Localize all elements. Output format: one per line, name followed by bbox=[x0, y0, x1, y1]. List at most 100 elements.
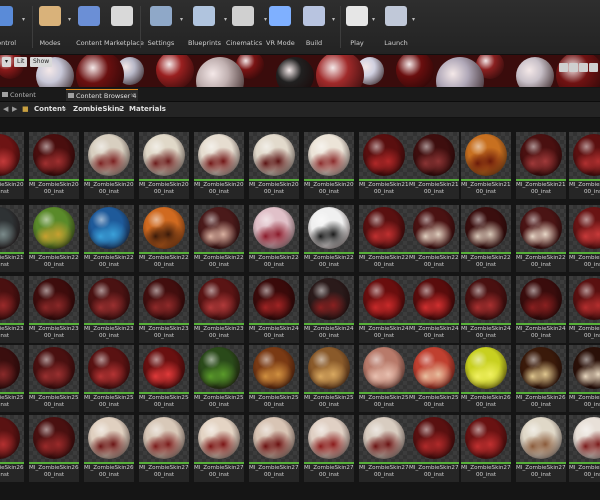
asset-tile[interactable]: MI_ZombieSkin255_00_inst bbox=[194, 345, 244, 412]
chevron-down-icon[interactable]: ▾ bbox=[332, 16, 335, 23]
tab-content-browser-4[interactable]: Content Browser 4 × bbox=[66, 89, 138, 101]
asset-tile[interactable]: MI_ZombieSkin236_00_inst bbox=[29, 276, 79, 343]
show-menu-button[interactable]: Show bbox=[30, 57, 53, 67]
asset-tile[interactable]: MI_ZombieSkin211_00_inst bbox=[409, 132, 459, 199]
chevron-down-icon[interactable]: ▾ bbox=[372, 16, 375, 23]
asset-tile[interactable]: MI_ZombieSkin208_00_inst bbox=[249, 132, 299, 199]
asset-tile[interactable]: MI_ZombieSkin275_00_inst bbox=[409, 415, 459, 482]
chevron-down-icon[interactable]: ▾ bbox=[68, 16, 71, 23]
close-icon[interactable]: × bbox=[130, 90, 135, 102]
asset-tile[interactable]: MI_ZombieSkin230_00_inst bbox=[569, 205, 600, 272]
asset-tile[interactable]: MI_ZombieSkin237_00_inst bbox=[84, 276, 134, 343]
asset-tile[interactable]: MI_ZombieSkin207_00_inst bbox=[194, 132, 244, 199]
breadcrumb-materials[interactable]: Materials bbox=[129, 102, 166, 117]
asset-tile[interactable]: MI_ZombieSkin205_00_inst bbox=[84, 132, 134, 199]
chevron-down-icon[interactable]: ▾ bbox=[180, 16, 183, 23]
asset-tile[interactable]: MI_ZombieSkin242_00_inst bbox=[359, 276, 409, 343]
asset-tile[interactable]: MI_ZombieSkin227_00_inst bbox=[409, 205, 459, 272]
asset-tile[interactable]: MI_ZombieSkin235_00_inst bbox=[0, 276, 24, 343]
asset-tile[interactable]: MI_ZombieSkin225_00_inst bbox=[304, 205, 354, 272]
asset-tile[interactable]: MI_ZombieSkin277_00_inst bbox=[516, 415, 566, 482]
marketplace-button[interactable]: Marketplace bbox=[104, 4, 144, 52]
asset-tile[interactable]: MI_ZombieSkin261_00_inst bbox=[516, 345, 566, 412]
breadcrumb-zombieskin2[interactable]: ZombieSkin2 bbox=[73, 102, 124, 117]
asset-tile[interactable]: MI_ZombieSkin253_00_inst bbox=[84, 345, 134, 412]
blueprints-button[interactable]: Blueprints ▾ bbox=[188, 4, 227, 52]
material-sphere bbox=[198, 207, 240, 249]
asset-tile[interactable]: MI_ZombieSkin219_00_inst bbox=[0, 205, 24, 272]
asset-tile[interactable]: MI_ZombieSkin223_00_inst bbox=[194, 205, 244, 272]
settings-button[interactable]: Settings ▾ bbox=[146, 4, 183, 52]
asset-tile[interactable]: MI_ZombieSkin271_00_inst bbox=[194, 415, 244, 482]
asset-tile[interactable]: MI_ZombieSkin276_00_inst bbox=[461, 415, 511, 482]
asset-tile[interactable]: MI_ZombieSkin251_00_inst bbox=[0, 345, 24, 412]
build-button[interactable]: Build ▾ bbox=[300, 4, 335, 52]
cinematics-button[interactable]: Cinematics ▾ bbox=[226, 4, 267, 52]
asset-name-line: MI_ZombieSkin236_ bbox=[29, 326, 79, 332]
asset-tile[interactable]: MI_ZombieSkin204_00_inst bbox=[29, 132, 79, 199]
asset-tile[interactable]: MI_ZombieSkin226_00_inst bbox=[359, 205, 409, 272]
asset-tile[interactable]: MI_ZombieSkin246_00_inst bbox=[569, 276, 600, 343]
asset-tile[interactable]: MI_ZombieSkin256_00_inst bbox=[249, 345, 299, 412]
modes-button[interactable]: Modes ▾ bbox=[36, 4, 71, 52]
content-button[interactable]: Content bbox=[76, 4, 102, 52]
scale-icon[interactable] bbox=[579, 63, 588, 72]
lit-mode-button[interactable]: Lit bbox=[14, 57, 28, 67]
breadcrumb-content[interactable]: Content bbox=[34, 102, 65, 117]
asset-tile[interactable]: MI_ZombieSkin214_00_inst bbox=[569, 132, 600, 199]
asset-tile[interactable]: MI_ZombieSkin221_00_inst bbox=[84, 205, 134, 272]
asset-tile[interactable]: MI_ZombieSkin224_00_inst bbox=[249, 205, 299, 272]
asset-tile[interactable]: MI_ZombieSkin209_00_inst bbox=[304, 132, 354, 199]
asset-tile[interactable]: MI_ZombieSkin238_00_inst bbox=[139, 276, 189, 343]
rotate-icon[interactable] bbox=[569, 63, 578, 72]
asset-tile[interactable]: MI_ZombieSkin213_00_inst bbox=[516, 132, 566, 199]
tab-content-browser-2[interactable]: Content Browser 2 bbox=[0, 89, 64, 111]
asset-tile[interactable]: MI_ZombieSkin243_00_inst bbox=[409, 276, 459, 343]
asset-tile[interactable]: MI_ZombieSkin239_00_inst bbox=[194, 276, 244, 343]
viewport-menu-button[interactable]: ▾ bbox=[2, 57, 12, 67]
asset-type-bar bbox=[194, 252, 244, 254]
asset-tile[interactable]: MI_ZombieSkin228_00_inst bbox=[461, 205, 511, 272]
asset-tile[interactable]: MI_ZombieSkin258_00_inst bbox=[359, 345, 409, 412]
asset-tile[interactable]: MI_ZombieSkin212_00_inst bbox=[461, 132, 511, 199]
asset-tile[interactable]: MI_ZombieSkin268_00_inst bbox=[29, 415, 79, 482]
breadcrumb-separator-icon[interactable]: ▸ bbox=[119, 102, 123, 117]
asset-tile[interactable]: MI_ZombieSkin220_00_inst bbox=[29, 205, 79, 272]
asset-tile[interactable]: MI_ZombieSkin259_00_inst bbox=[409, 345, 459, 412]
level-viewport[interactable]: ▾ Lit Show bbox=[0, 55, 600, 87]
asset-tile[interactable]: MI_ZombieSkin273_00_inst bbox=[304, 415, 354, 482]
asset-tile[interactable]: MI_ZombieSkin206_00_inst bbox=[139, 132, 189, 199]
r-control-button[interactable]: r Control ▾ bbox=[0, 4, 25, 52]
asset-tile[interactable]: MI_ZombieSkin241_00_inst bbox=[304, 276, 354, 343]
chevron-down-icon[interactable]: ▾ bbox=[22, 16, 25, 23]
vr-mode-button[interactable]: VR Mode bbox=[266, 4, 295, 52]
breadcrumb-separator-icon[interactable]: ▸ bbox=[63, 102, 67, 117]
history-back-icon[interactable]: ◀ bbox=[3, 102, 8, 117]
asset-tile[interactable]: MI_ZombieSkin270_00_inst bbox=[139, 415, 189, 482]
snap-icon[interactable] bbox=[589, 63, 598, 72]
translate-icon[interactable] bbox=[559, 63, 568, 72]
asset-tile[interactable]: MI_ZombieSkin245_00_inst bbox=[516, 276, 566, 343]
asset-tile[interactable]: MI_ZombieSkin260_00_inst bbox=[461, 345, 511, 412]
asset-tile[interactable]: MI_ZombieSkin267_00_inst bbox=[0, 415, 24, 482]
asset-tile[interactable]: MI_ZombieSkin210_00_inst bbox=[359, 132, 409, 199]
asset-tile[interactable]: MI_ZombieSkin244_00_inst bbox=[461, 276, 511, 343]
asset-tile[interactable]: MI_ZombieSkin203_00_inst bbox=[0, 132, 24, 199]
asset-tile[interactable]: MI_ZombieSkin274_00_inst bbox=[359, 415, 409, 482]
asset-tile[interactable]: MI_ZombieSkin222_00_inst bbox=[139, 205, 189, 272]
asset-tile[interactable]: MI_ZombieSkin257_00_inst bbox=[304, 345, 354, 412]
asset-tile[interactable]: MI_ZombieSkin254_00_inst bbox=[139, 345, 189, 412]
asset-tile[interactable]: MI_ZombieSkin262_00_inst bbox=[569, 345, 600, 412]
asset-tile[interactable]: MI_ZombieSkin240_00_inst bbox=[249, 276, 299, 343]
history-forward-icon[interactable]: ▶ bbox=[12, 102, 17, 117]
play-button[interactable]: Play ▾ bbox=[346, 4, 375, 52]
asset-tile[interactable]: MI_ZombieSkin252_00_inst bbox=[29, 345, 79, 412]
launch-button[interactable]: Launch ▾ bbox=[384, 4, 415, 52]
chevron-down-icon[interactable]: ▾ bbox=[412, 16, 415, 23]
asset-tile[interactable]: MI_ZombieSkin269_00_inst bbox=[84, 415, 134, 482]
asset-tile[interactable]: MI_ZombieSkin278_00_inst bbox=[569, 415, 600, 482]
asset-name: MI_ZombieSkin277_00_inst bbox=[516, 465, 566, 479]
asset-type-bar bbox=[194, 323, 244, 325]
asset-tile[interactable]: MI_ZombieSkin229_00_inst bbox=[516, 205, 566, 272]
asset-tile[interactable]: MI_ZombieSkin272_00_inst bbox=[249, 415, 299, 482]
